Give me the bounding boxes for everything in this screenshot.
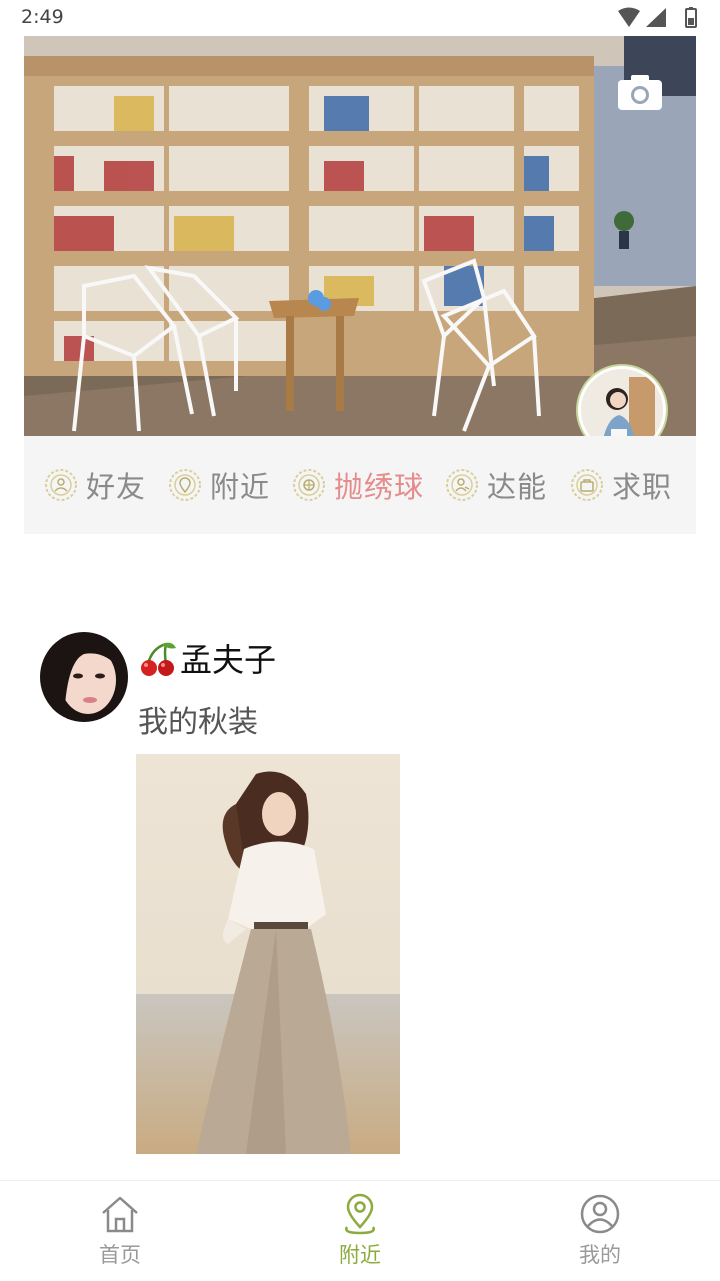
- post-image[interactable]: [136, 754, 400, 1154]
- status-time: 2:49: [21, 6, 64, 28]
- post-author-row: 孟夫子: [138, 636, 276, 680]
- friends-icon: [45, 469, 77, 501]
- status-bar: 2:49: [0, 0, 720, 36]
- tab-friends[interactable]: 好友: [44, 436, 146, 534]
- avatar-image: [581, 369, 663, 436]
- signal-icon: [646, 8, 666, 27]
- post-author-avatar[interactable]: [40, 632, 128, 722]
- job-icon: [571, 469, 603, 501]
- nav-label: 我的: [579, 1243, 621, 1267]
- cover-photo[interactable]: [24, 36, 696, 436]
- post-author-name[interactable]: 孟夫子: [180, 635, 276, 681]
- location-pin-icon: [345, 1193, 375, 1235]
- home-icon: [102, 1196, 138, 1233]
- nav-nearby[interactable]: 附近: [300, 1181, 420, 1281]
- tab-nearby[interactable]: 附近: [168, 436, 270, 534]
- nav-label: 首页: [99, 1243, 141, 1267]
- wifi-icon: [618, 7, 640, 27]
- category-tabs: 好友 附近 抛绣球 达能 求职: [24, 436, 696, 534]
- tab-label: 附近: [210, 470, 271, 504]
- nearby-icon: [169, 469, 201, 501]
- tab-label: 求职: [612, 470, 673, 504]
- avatar-image: [40, 632, 128, 722]
- tab-label: 抛绣球: [334, 470, 425, 504]
- cherry-icon: [141, 642, 176, 676]
- camera-icon[interactable]: [616, 72, 664, 112]
- tab-label: 达能: [487, 470, 548, 504]
- profile-icon: [580, 1194, 620, 1234]
- tab-embroidered-ball[interactable]: 抛绣球: [292, 436, 424, 534]
- post-photo: [136, 754, 400, 1154]
- tab-expert[interactable]: 达能: [445, 436, 547, 534]
- nav-home[interactable]: 首页: [60, 1181, 180, 1281]
- battery-icon: [685, 7, 697, 28]
- nav-label: 附近: [339, 1243, 381, 1267]
- post-text: 我的秋装: [138, 705, 258, 740]
- tab-job[interactable]: 求职: [570, 436, 672, 534]
- tab-label: 好友: [86, 470, 147, 504]
- bottom-nav: 首页 附近 我的: [0, 1180, 720, 1281]
- nav-profile[interactable]: 我的: [540, 1181, 660, 1281]
- status-icons: [618, 7, 697, 28]
- embroidered-ball-icon: [293, 469, 325, 501]
- expert-icon: [446, 469, 478, 501]
